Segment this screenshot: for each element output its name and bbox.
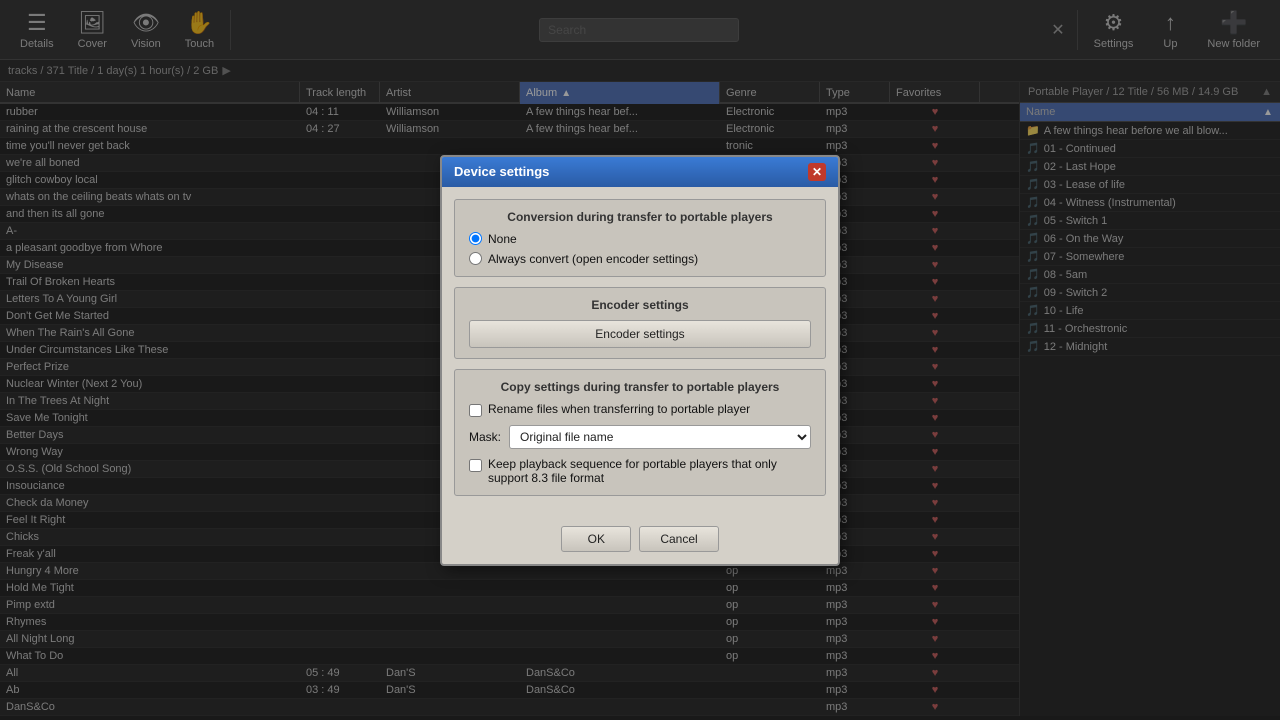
dialog-title-bar: Device settings ✕ — [442, 157, 838, 187]
device-settings-dialog: Device settings ✕ Conversion during tran… — [440, 155, 840, 566]
mask-select[interactable]: Original file name Track number - Title … — [509, 425, 811, 449]
ok-button[interactable]: OK — [561, 526, 631, 552]
radio-none-text: None — [488, 232, 517, 246]
radio-always-input[interactable] — [469, 252, 482, 265]
conversion-radio-group: None Always convert (open encoder settin… — [469, 232, 811, 266]
mask-label: Mask: — [469, 430, 501, 444]
radio-always-text: Always convert (open encoder settings) — [488, 252, 698, 266]
mask-row: Mask: Original file name Track number - … — [469, 425, 811, 449]
rename-checkbox-label[interactable]: Rename files when transferring to portab… — [469, 402, 811, 417]
keep-checkbox-label[interactable]: Keep playback sequence for portable play… — [469, 457, 811, 485]
cancel-button[interactable]: Cancel — [639, 526, 718, 552]
dialog-body: Conversion during transfer to portable p… — [442, 187, 838, 518]
radio-none-input[interactable] — [469, 232, 482, 245]
dialog-close-button[interactable]: ✕ — [808, 163, 826, 181]
dialog-title: Device settings — [454, 164, 549, 179]
conversion-section-title: Conversion during transfer to portable p… — [469, 210, 811, 224]
dialog-footer: OK Cancel — [442, 518, 838, 564]
conversion-section: Conversion during transfer to portable p… — [454, 199, 826, 277]
rename-checkbox[interactable] — [469, 404, 482, 417]
keep-checkbox[interactable] — [469, 459, 482, 472]
encoder-section: Encoder settings Encoder settings — [454, 287, 826, 359]
encoder-settings-button[interactable]: Encoder settings — [469, 320, 811, 348]
copy-section: Copy settings during transfer to portabl… — [454, 369, 826, 496]
copy-section-title: Copy settings during transfer to portabl… — [469, 380, 811, 394]
dialog-overlay: Device settings ✕ Conversion during tran… — [0, 0, 1280, 720]
keep-checkbox-text: Keep playback sequence for portable play… — [488, 457, 811, 485]
radio-none-label[interactable]: None — [469, 232, 811, 246]
rename-checkbox-text: Rename files when transferring to portab… — [488, 402, 750, 416]
encoder-section-title: Encoder settings — [469, 298, 811, 312]
radio-always-label[interactable]: Always convert (open encoder settings) — [469, 252, 811, 266]
